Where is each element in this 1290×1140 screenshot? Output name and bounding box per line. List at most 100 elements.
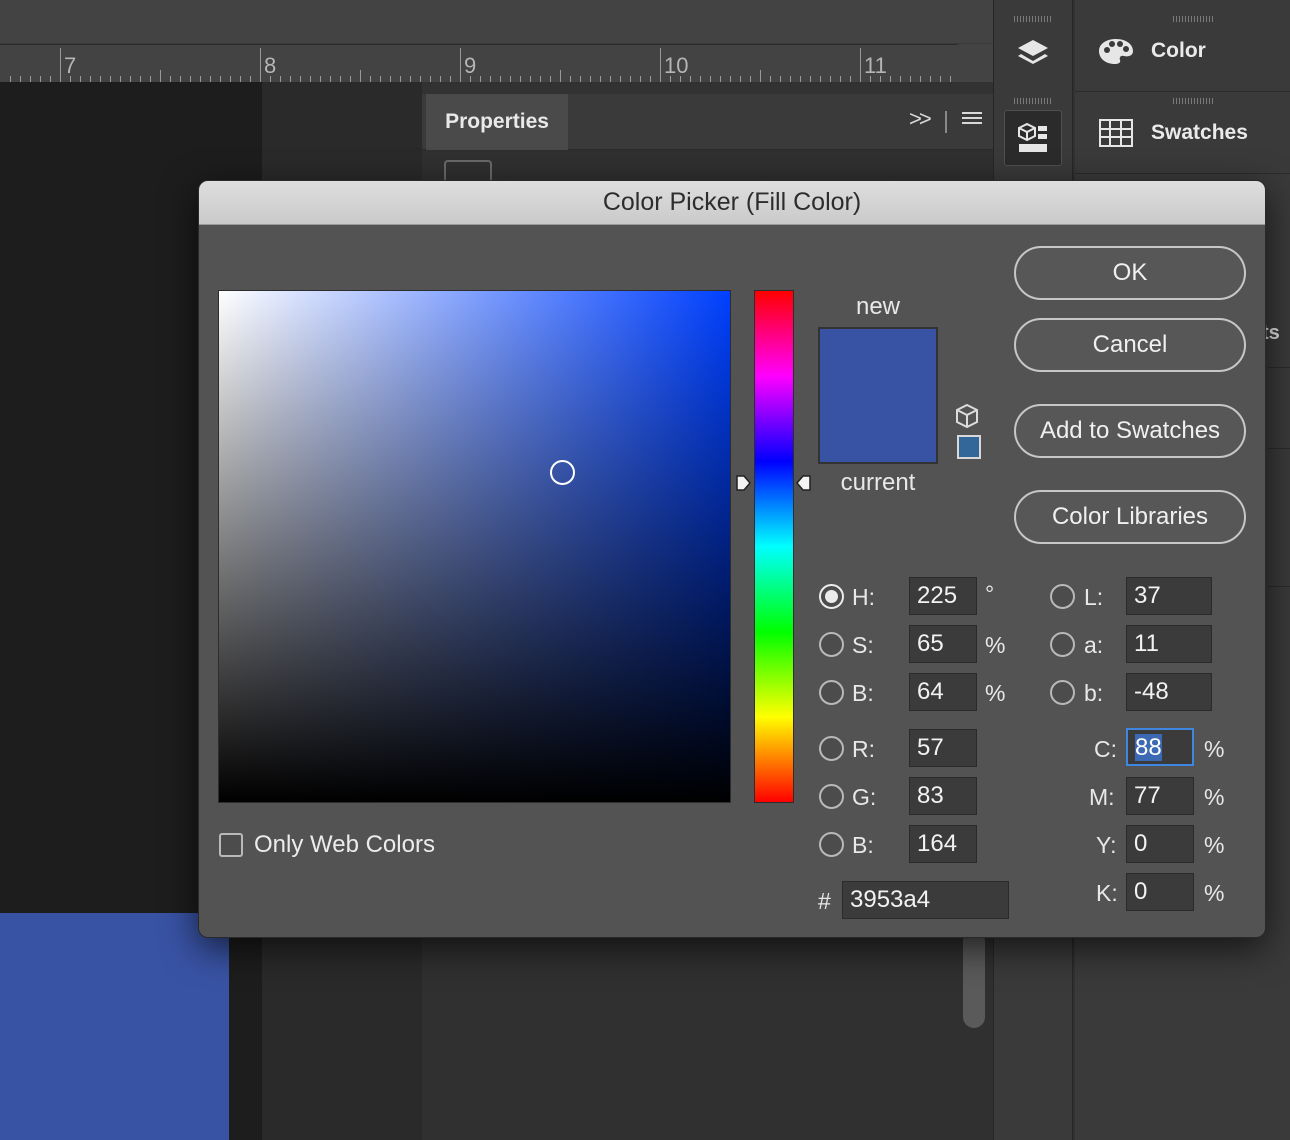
a-channel-input[interactable]: 11 <box>1126 625 1212 663</box>
swatches-panel-label: Swatches <box>1151 120 1248 144</box>
dock-grip[interactable] <box>1014 16 1052 22</box>
cyan-label: C: <box>1094 736 1117 762</box>
layers-button[interactable] <box>1004 26 1062 82</box>
ruler-tick <box>900 76 901 82</box>
ruler-tick <box>850 76 851 82</box>
divider <box>1268 448 1290 449</box>
ruler-tick <box>910 76 911 82</box>
magenta-label: M: <box>1089 784 1115 810</box>
lightness-radio[interactable] <box>1050 584 1075 609</box>
cancel-button[interactable]: Cancel <box>1014 318 1246 372</box>
brightness-radio[interactable] <box>819 680 844 705</box>
ruler-tick <box>890 76 891 82</box>
percent-unit: % <box>985 632 1006 658</box>
ruler-tick <box>160 70 161 82</box>
blue-input[interactable]: 164 <box>909 825 977 863</box>
ruler-tick <box>460 48 461 82</box>
saturation-input[interactable]: 65 <box>909 625 977 663</box>
ruler-tick <box>710 76 711 82</box>
ruler-tick <box>770 76 771 82</box>
yellow-input[interactable]: 0 <box>1126 825 1194 863</box>
panel-menu-icon[interactable] <box>962 112 982 128</box>
blue-label: B: <box>852 832 874 858</box>
ruler-tick <box>530 76 531 82</box>
ruler-tick <box>820 76 821 82</box>
divider <box>1268 586 1290 587</box>
horizontal-ruler: 7 8 9 10 11 <box>0 44 958 82</box>
ruler-tick <box>440 76 441 82</box>
b-channel-radio[interactable] <box>1050 680 1075 705</box>
divider <box>945 111 947 133</box>
swatches-grid-icon <box>1099 118 1133 147</box>
properties-panel-header: Properties >> <box>422 94 993 150</box>
lightness-input[interactable]: 37 <box>1126 577 1212 615</box>
3d-button[interactable] <box>1004 110 1062 166</box>
percent-unit: % <box>1204 832 1225 858</box>
collapse-panel-icon[interactable]: >> <box>909 106 932 132</box>
cube-icon[interactable] <box>955 403 979 429</box>
only-web-colors-label[interactable]: Only Web Colors <box>254 831 435 859</box>
ruler-tick <box>620 76 621 82</box>
saturation-radio[interactable] <box>819 632 844 657</box>
swatches-panel-tab[interactable]: Swatches <box>1075 92 1290 174</box>
only-web-colors-checkbox[interactable] <box>219 833 243 857</box>
blue-radio[interactable] <box>819 832 844 857</box>
ruler-tick <box>720 76 721 82</box>
ruler-tick <box>740 76 741 82</box>
hue-input[interactable]: 225 <box>909 577 977 615</box>
red-radio[interactable] <box>819 736 844 761</box>
ruler-tick <box>490 76 491 82</box>
green-input[interactable]: 83 <box>909 777 977 815</box>
saturation-brightness-field[interactable] <box>218 290 731 803</box>
ruler-tick <box>570 76 571 82</box>
brightness-input[interactable]: 64 <box>909 673 977 711</box>
ruler-tick <box>450 76 451 82</box>
percent-unit: % <box>985 680 1006 706</box>
color-field-cursor[interactable] <box>550 460 575 485</box>
black-input[interactable]: 0 <box>1126 873 1194 911</box>
palette-icon <box>1099 38 1133 64</box>
ruler-tick <box>480 76 481 82</box>
dock-grip[interactable] <box>1014 98 1052 104</box>
ruler-tick <box>650 76 651 82</box>
properties-scrollbar[interactable] <box>963 930 985 1028</box>
cyan-value-selection: 88 <box>1135 734 1162 761</box>
ruler-tick <box>500 76 501 82</box>
color-libraries-button[interactable]: Color Libraries <box>1014 490 1246 544</box>
ruler-tick <box>600 76 601 82</box>
b-channel-input[interactable]: -48 <box>1126 673 1212 711</box>
ruler-tick <box>830 76 831 82</box>
current-color-swatch[interactable] <box>818 396 938 464</box>
web-safe-color-swatch[interactable] <box>957 435 981 459</box>
ruler-tick <box>730 76 731 82</box>
new-color-label: new <box>855 293 901 320</box>
selected-shape[interactable] <box>0 913 229 1140</box>
cyan-input[interactable]: 88 <box>1126 728 1194 766</box>
ruler-tick <box>940 76 941 82</box>
yellow-label: Y: <box>1096 832 1117 858</box>
hue-slider[interactable] <box>754 290 794 803</box>
hex-input[interactable]: 3953a4 <box>842 881 1009 919</box>
ruler-tick <box>810 76 811 82</box>
properties-tab[interactable]: Properties <box>426 94 568 150</box>
hue-slider-left-handle-icon[interactable] <box>735 474 752 492</box>
color-panel-tab[interactable]: Color <box>1075 10 1290 92</box>
ruler-tick <box>760 70 761 82</box>
add-to-swatches-button[interactable]: Add to Swatches <box>1014 404 1246 458</box>
a-channel-radio[interactable] <box>1050 632 1075 657</box>
ruler-tick <box>60 48 61 82</box>
dialog-title[interactable]: Color Picker (Fill Color) <box>199 181 1265 225</box>
ok-button[interactable]: OK <box>1014 246 1246 300</box>
green-radio[interactable] <box>819 784 844 809</box>
ruler-tick <box>780 76 781 82</box>
ruler-tick <box>430 76 431 82</box>
red-label: R: <box>852 736 875 762</box>
brightness-label: B: <box>852 680 874 706</box>
ruler-tick <box>930 76 931 82</box>
color-panel-label: Color <box>1151 38 1206 62</box>
magenta-input[interactable]: 77 <box>1126 777 1194 815</box>
hue-radio[interactable] <box>819 584 844 609</box>
ruler-tick <box>880 76 881 82</box>
red-input[interactable]: 57 <box>909 729 977 767</box>
hue-slider-right-handle-icon[interactable] <box>795 474 812 492</box>
